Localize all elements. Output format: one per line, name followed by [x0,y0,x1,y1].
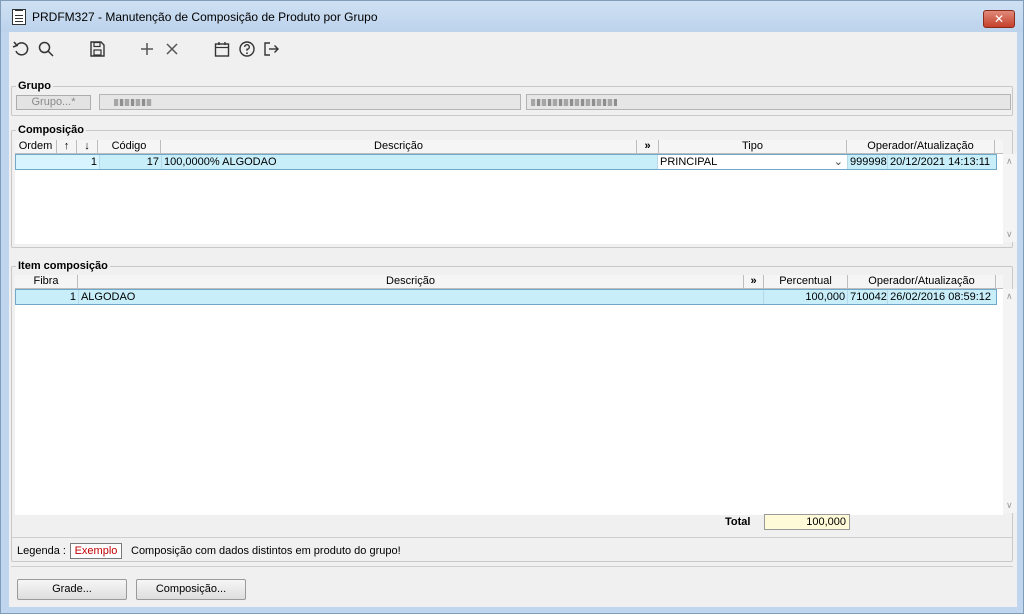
cell-codigo[interactable]: 17 [100,155,162,169]
grupo-button[interactable]: Grupo...* [16,95,91,110]
main-window: PRDFM327 - Manutenção de Composição de P… [0,0,1024,614]
table-row[interactable]: 1 ALGODAO 100,000 710042 26/02/2016 08:5… [15,289,997,305]
grupo-description-field[interactable] [526,94,1011,110]
col-item-descricao[interactable]: Descrição [78,275,744,289]
grupo-legend: Grupo [18,80,51,92]
tipo-select[interactable]: PRINCIPAL ⌄ [658,155,848,169]
scroll-down-icon[interactable]: ∨ [1006,229,1013,240]
close-button[interactable]: ✕ [983,10,1015,28]
col-percentual[interactable]: Percentual [764,275,848,289]
col-operador[interactable]: Operador/Atualização [847,140,995,154]
chevron-down-icon[interactable]: ⌄ [834,155,843,169]
sort-up-icon[interactable]: ↑ [57,140,77,154]
item-composicao-legend: Item composição [18,260,108,272]
calendar-icon[interactable] [213,40,233,60]
col-descricao[interactable]: Descrição [161,140,637,154]
composicao-header: Ordem ↑ ↓ Código Descrição » Tipo Operad… [15,140,1003,154]
exit-icon[interactable] [262,40,282,60]
col-item-operador[interactable]: Operador/Atualização [848,275,996,289]
delete-icon[interactable] [163,40,183,60]
item-composicao-grid: Fibra Descrição » Percentual Operador/At… [15,275,1017,515]
composicao-button[interactable]: Composição... [136,579,246,600]
total-label: Total [725,516,751,528]
cell-fibra[interactable]: 1 [16,290,79,304]
toolbar [9,32,1017,66]
window-title: PRDFM327 - Manutenção de Composição de P… [32,9,378,24]
legenda-text: Composição com dados distintos em produt… [131,545,401,557]
divider [11,566,1013,567]
total-value: 100,000 [764,514,850,530]
cell-descricao[interactable]: 100,0000% ALGODAO [162,155,658,169]
cell-atualizacao: 20/12/2021 14:13:11 [890,156,991,168]
redacted-grupo-code [114,99,152,106]
add-icon[interactable] [138,40,158,60]
composicao-grid: Ordem ↑ ↓ Código Descrição » Tipo Operad… [15,140,1017,244]
cell-percentual[interactable]: 100,000 [764,290,849,304]
grupo-code-field[interactable] [99,94,521,110]
item-composicao-scrollbar[interactable]: ∧ ∨ [1003,289,1017,513]
expand-columns-icon[interactable]: » [637,140,659,154]
col-fibra[interactable]: Fibra [15,275,78,289]
cell-tipo: PRINCIPAL [660,156,718,168]
col-tipo[interactable]: Tipo [659,140,847,154]
item-composicao-header: Fibra Descrição » Percentual Operador/At… [15,275,1003,289]
title-bar: PRDFM327 - Manutenção de Composição de P… [1,1,1023,32]
divider [11,537,1013,538]
window-client: Grupo Grupo...* Composição Ordem ↑ ↓ Cód… [9,32,1017,607]
scroll-up-icon[interactable]: ∧ [1006,291,1013,302]
legenda-label: Legenda : [17,545,66,557]
sort-down-icon[interactable]: ↓ [77,140,98,154]
table-row[interactable]: 1 17 100,0000% ALGODAO PRINCIPAL ⌄ 99999… [15,154,997,170]
col-ordem[interactable]: Ordem [15,140,57,154]
cell-item-operador: 710042 [850,290,889,304]
cell-item-descricao[interactable]: ALGODAO [79,290,765,304]
redacted-grupo-description [531,99,617,106]
col-codigo[interactable]: Código [98,140,161,154]
expand-columns-icon[interactable]: » [744,275,764,289]
search-icon[interactable] [37,40,57,60]
document-icon [12,8,26,25]
composicao-legend: Composição [18,124,85,136]
cell-operador: 999998 [850,155,888,169]
legenda-example: Exemplo [70,543,122,559]
scroll-down-icon[interactable]: ∨ [1006,500,1013,511]
save-icon[interactable] [88,40,108,60]
scroll-up-icon[interactable]: ∧ [1006,156,1013,167]
help-icon[interactable] [238,40,258,60]
grade-button[interactable]: Grade... [17,579,127,600]
cell-item-atualizacao: 26/02/2016 08:59:12 [890,291,992,303]
undo-icon[interactable] [12,40,32,60]
cell-ordem[interactable]: 1 [16,155,100,169]
composicao-scrollbar[interactable]: ∧ ∨ [1003,154,1017,242]
